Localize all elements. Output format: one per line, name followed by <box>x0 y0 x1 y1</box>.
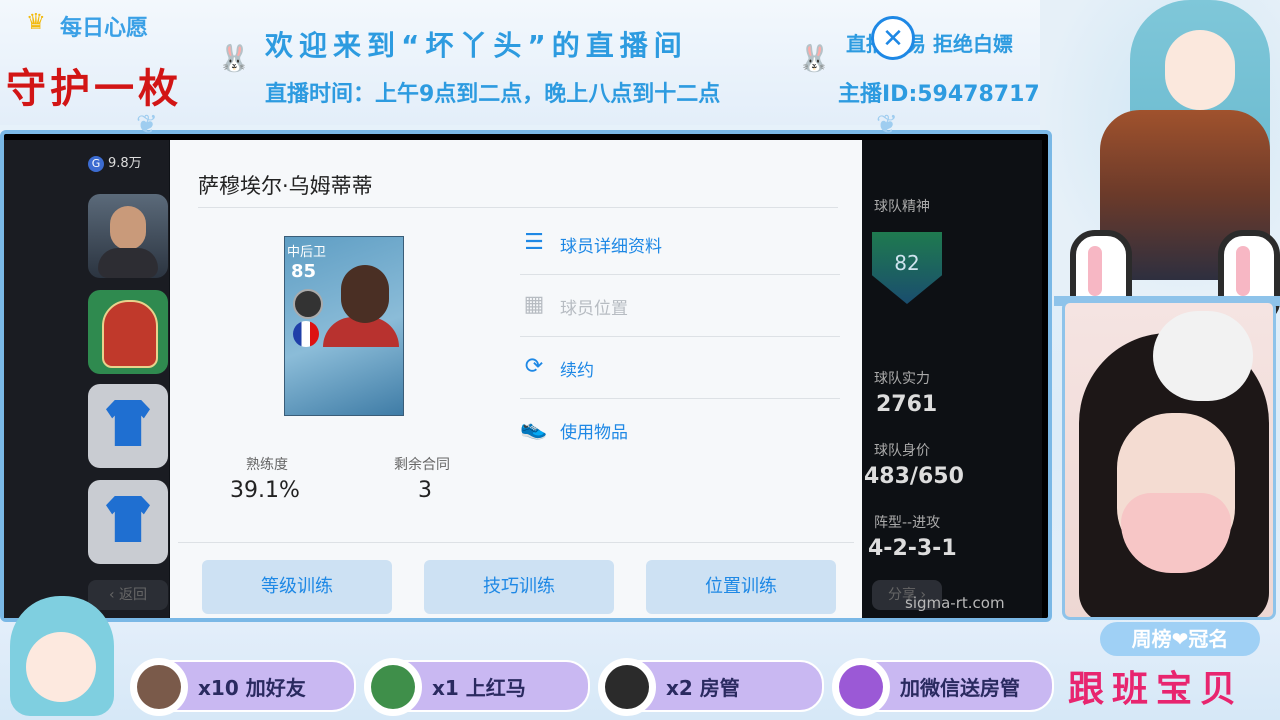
team-stats-panel: 球队精神 82 球队实力 2761 球队身价 483/650 阵型--进攻 4-… <box>862 140 1042 618</box>
welcome-text: 欢迎来到“坏丫头”的直播间 <box>265 29 688 62</box>
team-value-value: 483/650 <box>864 464 964 489</box>
close-icon: ✕ <box>882 24 904 54</box>
shirt-icon <box>106 496 150 542</box>
daily-wish-label: 每日心愿 <box>60 16 149 41</box>
host-id-text: 主播ID:594787173 <box>838 82 1056 107</box>
france-flag-icon <box>293 321 319 347</box>
cat-filter <box>1153 311 1253 401</box>
manager-tile[interactable] <box>88 194 168 278</box>
level-training-button[interactable]: 等级训练 <box>202 560 392 614</box>
left-panel: G 9.8万 ‹ 返回 <box>4 140 169 618</box>
card-position: 中后卫 <box>287 245 327 260</box>
crown-icon: ♛ <box>26 10 46 35</box>
team-strength-label: 球队实力 <box>874 371 930 387</box>
menu-renew-contract[interactable]: ⟳ 续约 <box>520 336 840 399</box>
schedule-text: 直播时间：上午9点到二点，晚上八点到十二点 <box>265 82 721 107</box>
team-spirit-shield: 82 <box>872 232 942 304</box>
gift-red-horse: x1 上红马 <box>364 658 590 716</box>
wing-icon <box>839 665 883 709</box>
formation-value: 4-2-3-1 <box>868 536 957 561</box>
menu-use-item[interactable]: 👟 使用物品 <box>520 398 840 460</box>
home-kit-tile[interactable] <box>88 384 168 468</box>
gift-avatar <box>605 665 649 709</box>
player-card[interactable]: 中后卫 85 <box>284 236 404 416</box>
wing-icon: ❦ <box>876 110 898 140</box>
player-name: 萨穆埃尔·乌姆蒂蒂 <box>198 174 373 198</box>
formation-label: 阵型--进攻 <box>874 515 941 531</box>
field-icon: ▦ <box>523 292 545 317</box>
club-icon <box>293 289 323 319</box>
gift-add-friend: x10 加好友 <box>130 658 356 716</box>
weekly-ranking-name: 跟班宝贝 <box>1068 668 1245 710</box>
weekly-ranking-title: 周榜❤冠名 <box>1100 622 1260 656</box>
club-crest-icon <box>102 300 158 368</box>
gift-avatar <box>137 665 181 709</box>
gift-room-admin: x2 房管 <box>598 658 824 716</box>
divider <box>198 207 838 208</box>
game-screen: G 9.8万 ‹ 返回 球队精神 82 球队实力 2761 球队身价 483/65… <box>4 140 1042 618</box>
card-rating: 85 <box>291 261 317 282</box>
bunny-icon: 🐰 <box>218 44 251 74</box>
team-strength-value: 2761 <box>876 392 938 417</box>
away-kit-tile[interactable] <box>88 480 168 564</box>
proficiency-value: 39.1% <box>230 478 300 503</box>
divider <box>178 542 854 543</box>
shirt-icon <box>106 400 150 446</box>
position-training-button[interactable]: 位置训练 <box>646 560 836 614</box>
club-badge-tile[interactable] <box>88 290 168 374</box>
player-dialog: 萨穆埃尔·乌姆蒂蒂 中后卫 85 熟练度 39.1% 剩余合同 3 ☰ 球员详细… <box>170 140 862 618</box>
menu-player-position[interactable]: ▦ 球员位置 <box>520 274 840 337</box>
team-spirit-label: 球队精神 <box>874 199 930 215</box>
gift-avatar <box>371 665 415 709</box>
list-icon: ☰ <box>524 230 544 255</box>
coin-icon: G <box>88 156 104 172</box>
mascot-character <box>0 586 120 720</box>
coin-balance: G 9.8万 <box>88 152 142 172</box>
skill-training-button[interactable]: 技巧训练 <box>424 560 614 614</box>
proficiency-label: 熟练度 <box>246 457 288 473</box>
contract-value: 3 <box>418 478 432 503</box>
close-dialog-button[interactable]: ✕ <box>871 16 915 60</box>
guard-text: 守护一枚 <box>6 65 182 112</box>
boot-icon: 👟 <box>520 416 548 441</box>
team-value-label: 球队身价 <box>874 443 930 459</box>
wing-icon: ❦ <box>136 110 158 140</box>
refresh-icon: ⟳ <box>524 354 544 379</box>
bunny-icon: 🐰 <box>798 44 831 74</box>
gift-wechat-admin: 加微信送房管 <box>832 658 1054 716</box>
watermark: sigma-rt.com <box>905 594 1005 612</box>
menu-player-details[interactable]: ☰ 球员详细资料 <box>520 212 840 275</box>
player-portrait-head <box>341 265 389 323</box>
streamer-camera <box>1062 300 1276 620</box>
contract-label: 剩余合同 <box>394 457 450 473</box>
